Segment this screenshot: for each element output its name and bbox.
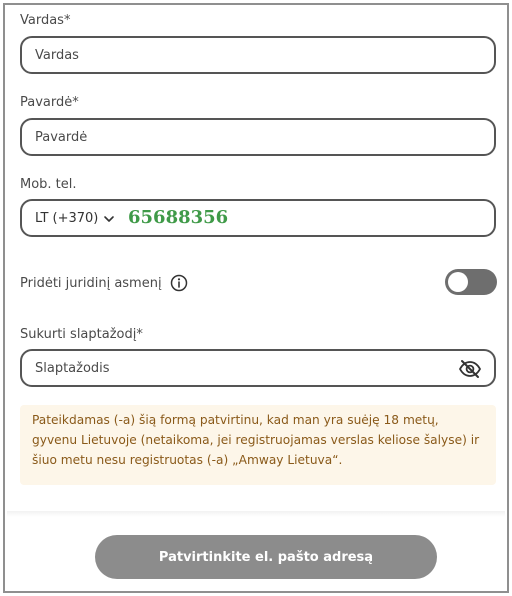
phone-number-value: 65688356 [128,207,229,228]
legal-entity-label: Pridėti juridinį asmenį [20,275,162,291]
last-name-label: Pavardė* [20,95,79,110]
eye-off-icon[interactable] [458,359,482,379]
password-placeholder: Slaptažodis [35,361,110,376]
last-name-placeholder: Pavardė [35,130,88,145]
first-name-field[interactable]: Vardas [20,36,496,74]
age-residency-notice: Pateikdamas (-a) šią formą patvirtinu, k… [20,405,496,485]
chevron-down-icon [104,215,115,222]
phone-field[interactable]: LT (+370) 65688356 [20,199,496,237]
legal-entity-toggle[interactable] [445,269,497,295]
last-name-field[interactable]: Pavardė [20,118,496,156]
toggle-knob [448,272,468,292]
password-label: Sukurti slaptažodį* [20,327,143,342]
password-field[interactable]: Slaptažodis [20,349,496,387]
confirm-email-button[interactable]: Patvirtinkite el. pašto adresą [95,535,437,579]
first-name-placeholder: Vardas [35,48,79,63]
country-code-value: LT (+370) [35,211,99,226]
phone-label: Mob. tel. [20,177,77,192]
info-icon[interactable] [170,274,188,292]
country-code-select[interactable]: LT (+370) [35,211,115,226]
legal-entity-row: Pridėti juridinį asmenį [20,274,188,292]
first-name-label: Vardas* [20,13,71,28]
registration-form: Vardas* Vardas Pavardė* Pavardė Mob. tel… [3,3,509,593]
footer-divider [7,511,505,517]
